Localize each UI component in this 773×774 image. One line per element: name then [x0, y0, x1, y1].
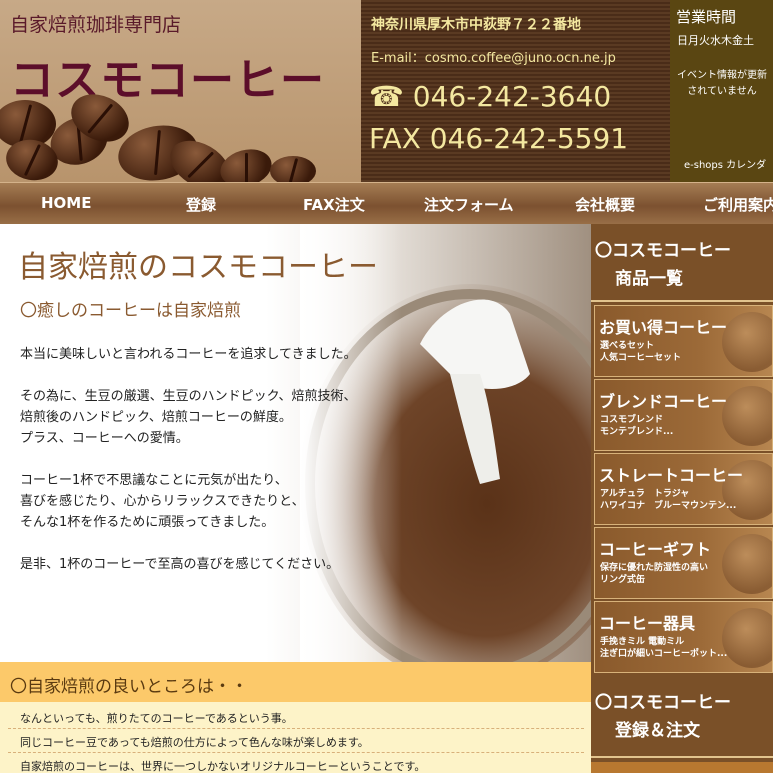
- section-subtitle: 〇癒しのコーヒーは自家焙煎: [20, 301, 241, 321]
- coffee-bean-image: [270, 156, 316, 182]
- card-title: コーヒーギフト: [599, 540, 712, 559]
- products-heading-line1: 〇コスモコーヒー: [595, 241, 731, 261]
- sidebar: 〇コスモコーヒー 商品一覧 お買い得コーヒー 選べるセット 人気コーヒーセット …: [591, 224, 773, 773]
- good-points-title: 〇自家焙煎の良いところは・・: [10, 677, 248, 697]
- sidebar-item-blend-coffee[interactable]: ブレンドコーヒー コスモブレンド モンテブレンド...: [594, 379, 773, 451]
- good-point-line: 同じコーヒー豆であっても焙煎の仕方によって色んな味が楽しめます。: [20, 736, 369, 749]
- card-subtitle: コスモブレンド モンテブレンド...: [600, 415, 674, 437]
- intro-paragraph: 本当に美味しいと言われるコーヒーを追求してきました。: [20, 347, 357, 362]
- business-hours-title: 営業時間: [676, 8, 737, 26]
- nav-company[interactable]: 会社概要: [575, 194, 635, 215]
- page-title: 自家焙煎のコスモコーヒー: [18, 250, 378, 285]
- phone-number: ☎ 046-242-3640: [369, 80, 612, 113]
- good-point-line: なんといっても、煎りたてのコーヒーであるという事。: [20, 712, 293, 725]
- card-title: コーヒー器具: [599, 614, 696, 633]
- nav-order-form[interactable]: 注文フォーム: [424, 194, 514, 215]
- nav-home[interactable]: HOME: [41, 194, 91, 212]
- card-subtitle: 選べるセット 人気コーヒーセット: [600, 341, 682, 363]
- product-thumbnail: [722, 386, 772, 446]
- shop-logo-title[interactable]: コスモコーヒー: [10, 44, 325, 108]
- address-text: 神奈川県厚木市中荻野７２２番地: [371, 17, 581, 33]
- eshop-calendar-link[interactable]: e-shops カレンダ: [684, 156, 766, 171]
- main-nav: HOME 登録 FAX注文 注文フォーム 会社概要 ご利用案内: [0, 182, 773, 226]
- main-content: 自家焙煎のコスモコーヒー 〇癒しのコーヒーは自家焙煎 本当に美味しいと言われるコ…: [0, 224, 591, 662]
- nav-fax-order[interactable]: FAX注文: [303, 194, 365, 215]
- shop-type-label: 自家焙煎珈琲専門店: [10, 14, 182, 36]
- card-title: ブレンドコーヒー: [599, 392, 728, 411]
- register-heading-line1: 〇コスモコーヒー: [595, 693, 731, 713]
- register-heading: 〇コスモコーヒー 登録＆注文: [591, 676, 773, 758]
- coffee-bean-image: [216, 143, 276, 182]
- register-heading-line2: 登録＆注文: [615, 721, 700, 741]
- products-heading-line2: 商品一覧: [615, 269, 683, 289]
- sidebar-item-straight-coffee[interactable]: ストレートコーヒー アルチュラ トラジャ ハワイコナ ブルーマウンテン...: [594, 453, 773, 525]
- card-title: お買い得コーヒー: [599, 318, 728, 337]
- card-subtitle: アルチュラ トラジャ ハワイコナ ブルーマウンテン...: [600, 489, 737, 511]
- product-thumbnail: [722, 534, 772, 594]
- intro-paragraph: コーヒー1杯で不思議なことに元気が出たり、 喜びを感じたり、心からリラックスでき…: [20, 473, 305, 530]
- divider: [8, 728, 584, 729]
- good-points-title-bar: 〇自家焙煎の良いところは・・: [0, 662, 591, 702]
- products-heading: 〇コスモコーヒー 商品一覧: [591, 224, 773, 302]
- nav-register[interactable]: 登録: [186, 194, 216, 215]
- fax-number: FAX 046-242-5591: [369, 122, 629, 155]
- business-hours-panel: 営業時間 日月火水木金土 イベント情報が更新されていません e-shops カレ…: [670, 0, 773, 182]
- nav-guide[interactable]: ご利用案内: [703, 194, 773, 215]
- event-info-note: イベント情報が更新されていません: [677, 70, 767, 97]
- sidebar-item-value-coffee[interactable]: お買い得コーヒー 選べるセット 人気コーヒーセット: [594, 305, 773, 377]
- sidebar-item-coffee-gift[interactable]: コーヒーギフト 保存に優れた防湿性の高い リング式缶: [594, 527, 773, 599]
- site-header: 自家焙煎珈琲専門店 コスモコーヒー 神奈川県厚木市中荻野７２２番地 E-mail…: [0, 0, 773, 182]
- intro-paragraph: 是非、1杯のコーヒーで至高の喜びを感じてください。: [20, 557, 340, 572]
- card-subtitle: 保存に優れた防湿性の高い リング式缶: [600, 563, 709, 585]
- good-point-line: 自家焙煎のコーヒーは、世界に一つしかないオリジナルコーヒーということです。: [20, 760, 426, 773]
- sidebar-item-partial[interactable]: [591, 762, 773, 773]
- intro-text: 本当に美味しいと言われるコーヒーを追求してきました。 その為に、生豆の厳選、生豆…: [20, 344, 400, 596]
- product-thumbnail: [722, 312, 772, 372]
- brand-banner[interactable]: 自家焙煎珈琲専門店 コスモコーヒー: [0, 0, 361, 182]
- good-points-section: 〇自家焙煎の良いところは・・ なんといっても、煎りたてのコーヒーであるという事。…: [0, 662, 591, 773]
- divider: [8, 752, 584, 753]
- sidebar-item-coffee-equipment[interactable]: コーヒー器具 手挽きミル 電動ミル 注ぎ口が細いコーヒーポット...: [594, 601, 773, 673]
- email-link[interactable]: E-mail：cosmo.coffee@juno.ocn.ne.jp: [371, 47, 616, 66]
- intro-paragraph: その為に、生豆の厳選、生豆のハンドピック、焙煎技術、 焙煎後のハンドピック、焙煎…: [20, 389, 357, 446]
- contact-panel: 神奈川県厚木市中荻野７２２番地 E-mail：cosmo.coffee@juno…: [361, 0, 670, 182]
- card-subtitle: 手挽きミル 電動ミル 注ぎ口が細いコーヒーポット...: [600, 637, 728, 659]
- business-days: 日月火水木金土: [677, 34, 754, 47]
- card-title: ストレートコーヒー: [599, 466, 744, 485]
- product-thumbnail: [722, 608, 772, 668]
